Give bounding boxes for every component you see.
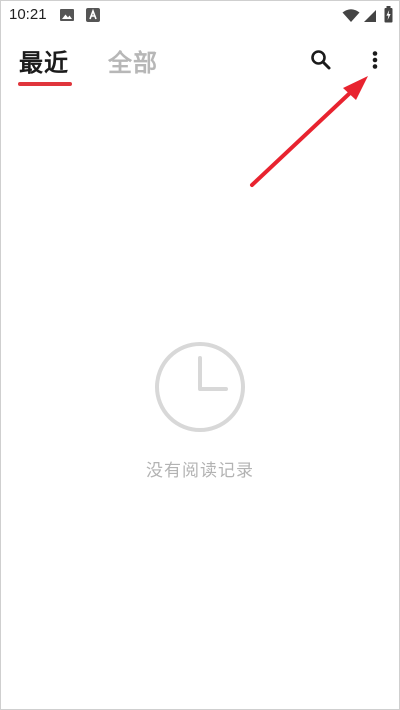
tab-recent[interactable]: 最近 bbox=[19, 43, 69, 78]
more-vert-icon bbox=[372, 51, 378, 69]
text-badge-icon bbox=[85, 7, 101, 27]
tab-all[interactable]: 全部 bbox=[108, 43, 158, 78]
clock-icon bbox=[155, 342, 245, 432]
active-tab-indicator bbox=[18, 82, 72, 86]
more-options-button[interactable] bbox=[361, 46, 389, 74]
battery-icon bbox=[384, 6, 393, 27]
signal-icon bbox=[363, 8, 377, 27]
reading-history-screen: 10:21 最近 全部 没有阅读记录 bbox=[0, 0, 400, 710]
empty-state-message: 没有阅读记录 bbox=[146, 461, 254, 481]
status-bar: 10:21 bbox=[1, 1, 399, 29]
status-time: 10:21 bbox=[9, 6, 47, 23]
search-icon bbox=[311, 50, 331, 70]
wifi-icon bbox=[342, 8, 360, 27]
search-button[interactable] bbox=[307, 46, 335, 74]
image-icon bbox=[59, 7, 75, 27]
